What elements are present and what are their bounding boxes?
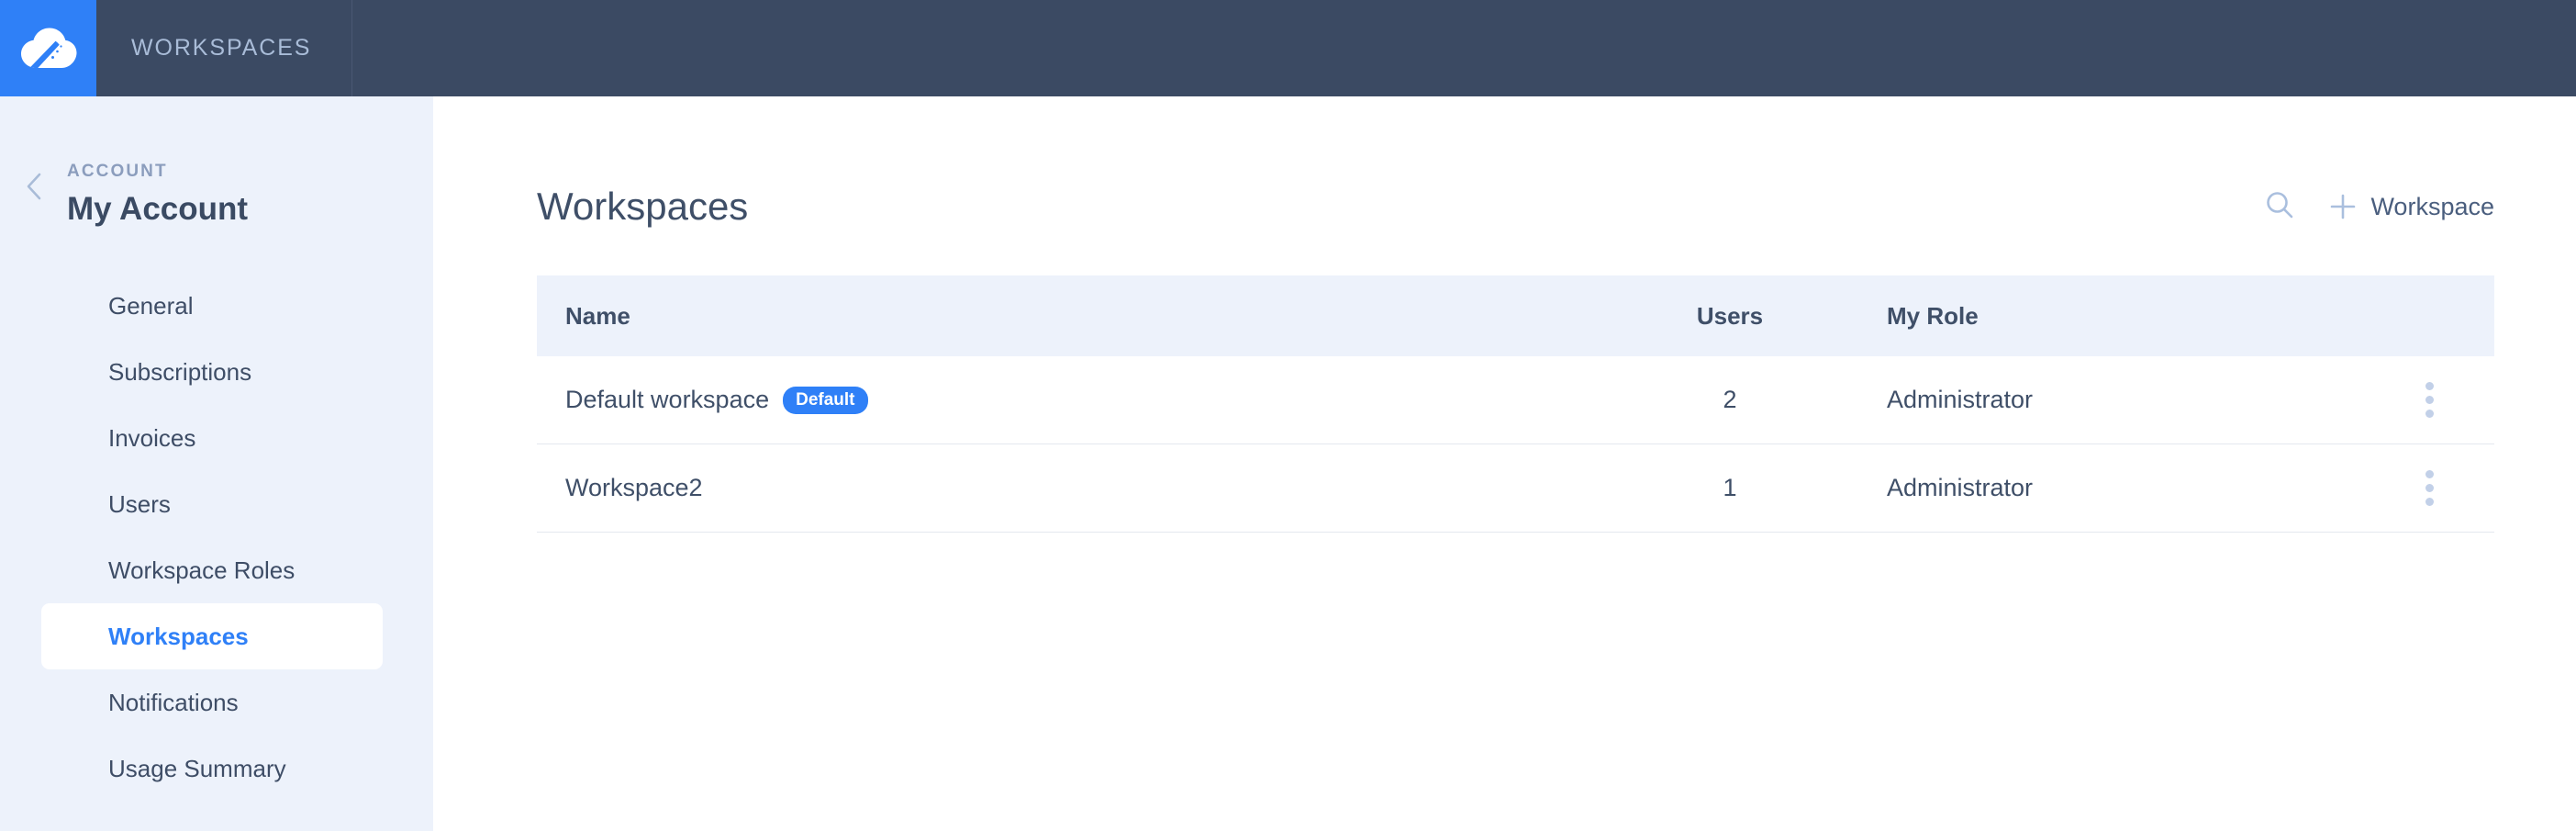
sidebar-item-usage-summary[interactable]: Usage Summary — [41, 736, 383, 802]
search-button[interactable] — [2261, 188, 2298, 225]
cell-users: 2 — [1723, 386, 1737, 413]
cloud-logo-icon — [20, 27, 77, 71]
sidebar-item-label: Invoices — [108, 423, 196, 452]
kebab-dot — [2425, 410, 2434, 418]
column-header-name[interactable]: Name — [537, 302, 1606, 331]
sidebar: ACCOUNT My Account General Subscriptions… — [0, 96, 433, 831]
table-row[interactable]: Workspace2 1 Administrator — [537, 444, 2494, 533]
kebab-menu-icon[interactable] — [2416, 465, 2443, 511]
sidebar-nav: General Subscriptions Invoices Users Wor… — [0, 273, 433, 802]
sidebar-item-label: Subscriptions — [108, 357, 252, 386]
default-badge: Default — [783, 386, 868, 414]
workspace-name[interactable]: Workspace2 — [565, 474, 703, 502]
app-logo[interactable] — [0, 0, 96, 96]
page-header: Workspaces Workspace — [537, 170, 2494, 243]
account-name: My Account — [67, 191, 249, 227]
sidebar-item-notifications[interactable]: Notifications — [41, 669, 383, 736]
header-actions: Workspace — [2261, 188, 2494, 225]
column-header-my-role[interactable]: My Role — [1854, 302, 2386, 331]
add-workspace-button[interactable]: Workspace — [2329, 193, 2494, 221]
sidebar-item-label: Workspace Roles — [108, 556, 296, 584]
sidebar-item-label: Notifications — [108, 688, 239, 716]
sidebar-item-workspace-roles[interactable]: Workspace Roles — [41, 537, 383, 603]
sidebar-item-general[interactable]: General — [41, 273, 383, 339]
sidebar-item-label: General — [108, 291, 194, 320]
kebab-dot — [2425, 498, 2434, 506]
workspaces-table: Name Users My Role Default workspace Def… — [537, 275, 2494, 533]
sidebar-item-users[interactable]: Users — [41, 471, 383, 537]
add-workspace-label: Workspace — [2370, 192, 2494, 220]
account-section-label: ACCOUNT — [67, 162, 168, 181]
kebab-dot — [2425, 396, 2434, 404]
cell-my-role: Administrator — [1887, 386, 2034, 413]
cell-my-role: Administrator — [1887, 474, 2034, 501]
cell-name: Default workspace Default — [537, 386, 1606, 414]
sidebar-item-label: Workspaces — [108, 622, 249, 650]
cell-name: Workspace2 — [537, 474, 1606, 502]
search-icon — [2264, 189, 2295, 225]
account-header: ACCOUNT My Account — [0, 163, 433, 225]
topbar-title-label: WORKSPACES — [131, 35, 312, 61]
workspace-name[interactable]: Default workspace — [565, 386, 769, 414]
sidebar-item-label: Users — [108, 489, 171, 518]
sidebar-item-subscriptions[interactable]: Subscriptions — [41, 339, 383, 405]
kebab-menu-icon[interactable] — [2416, 376, 2443, 423]
topbar-title[interactable]: WORKSPACES — [96, 0, 353, 96]
plus-icon — [2329, 193, 2357, 220]
kebab-dot — [2425, 484, 2434, 492]
column-header-users[interactable]: Users — [1606, 302, 1854, 331]
page-title: Workspaces — [537, 185, 749, 228]
top-bar: WORKSPACES — [0, 0, 2576, 96]
table-header-row: Name Users My Role — [537, 275, 2494, 356]
kebab-dot — [2425, 470, 2434, 478]
sidebar-item-label: Usage Summary — [108, 754, 286, 782]
cell-users: 1 — [1723, 474, 1737, 501]
chevron-left-icon — [25, 172, 43, 206]
table-row[interactable]: Default workspace Default 2 Administrato… — [537, 356, 2494, 444]
main-content: Workspaces Workspace Name Users My Role … — [433, 96, 2576, 831]
kebab-dot — [2425, 382, 2434, 390]
back-button[interactable] — [18, 163, 50, 206]
sidebar-item-workspaces[interactable]: Workspaces — [41, 603, 383, 669]
sidebar-item-invoices[interactable]: Invoices — [41, 405, 383, 471]
